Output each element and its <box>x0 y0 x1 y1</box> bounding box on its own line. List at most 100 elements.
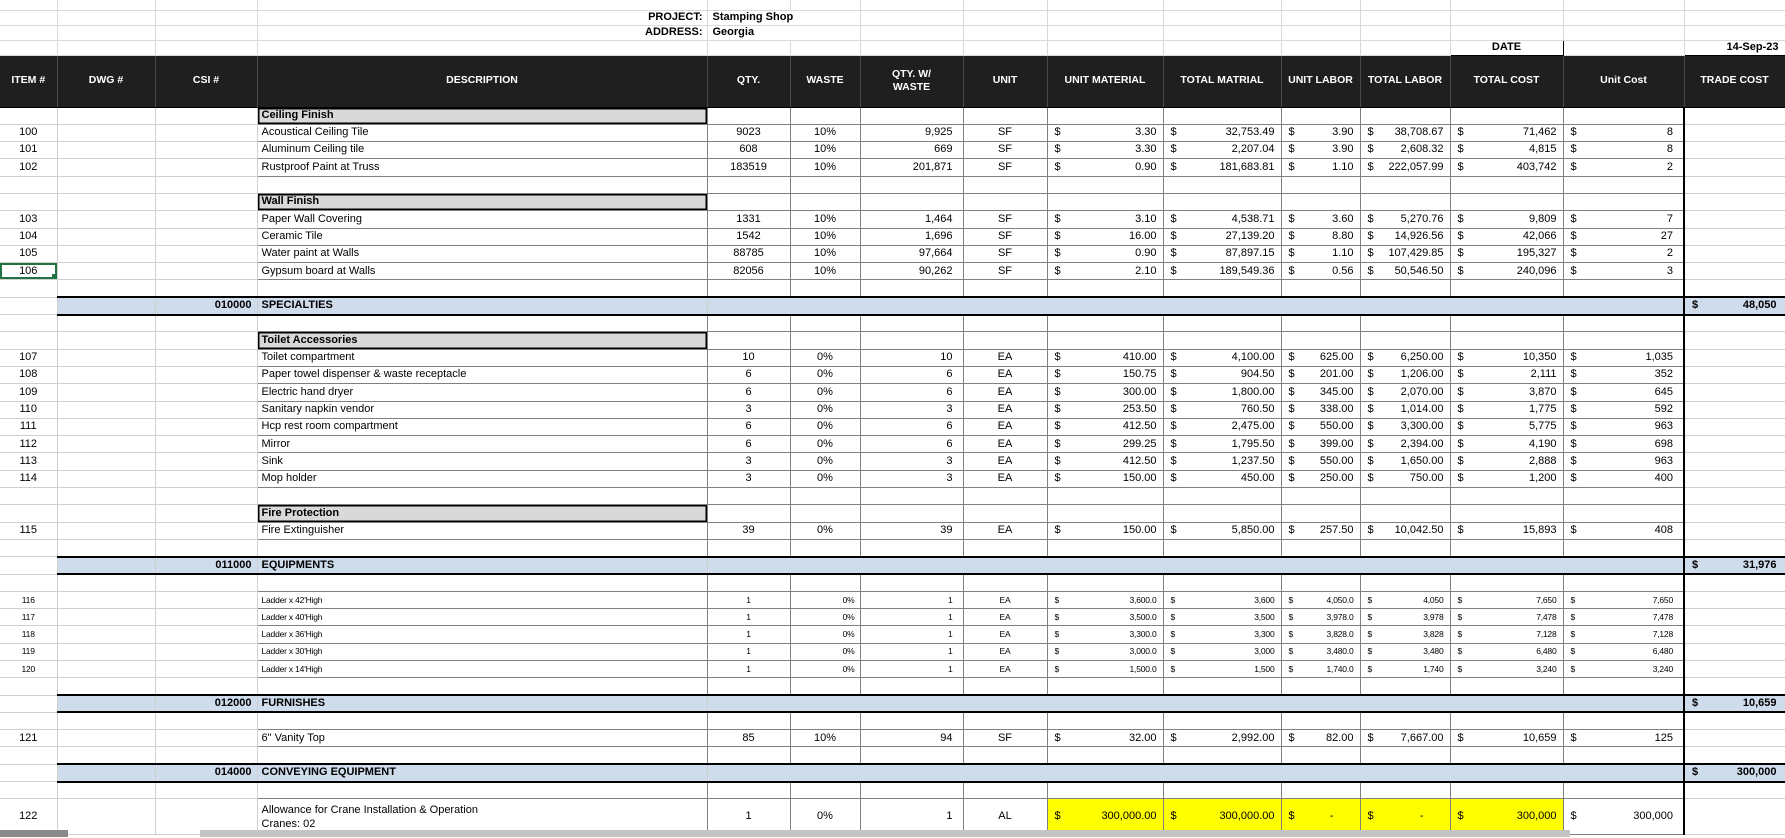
cell[interactable] <box>790 107 860 124</box>
cell[interactable] <box>1563 747 1684 764</box>
total-material-cell[interactable]: $1,237.50 <box>1163 453 1281 470</box>
waste-cell[interactable]: 10% <box>790 730 860 747</box>
unit-labor-cell[interactable]: $3,480.0 <box>1281 643 1360 660</box>
dwg-number-cell[interactable] <box>57 401 155 418</box>
csi-number-cell[interactable] <box>155 470 257 487</box>
col-header-qty-with-waste[interactable]: QTY. W/ WASTE <box>860 55 963 107</box>
cell[interactable] <box>1684 539 1785 556</box>
dwg-number-cell[interactable] <box>57 436 155 453</box>
date-label[interactable]: DATE <box>1450 40 1563 55</box>
cell[interactable] <box>1281 782 1360 799</box>
description-cell[interactable]: Toilet compartment <box>257 349 707 366</box>
col-header-unit[interactable]: UNIT <box>963 55 1047 107</box>
cell[interactable] <box>963 0 1047 10</box>
total-material-cell[interactable]: $181,683.81 <box>1163 159 1281 176</box>
total-labor-cell[interactable]: $1,014.00 <box>1360 401 1450 418</box>
qty-cell[interactable]: 6 <box>707 418 790 435</box>
cell[interactable] <box>707 678 790 695</box>
qty-with-waste-cell[interactable]: 9,925 <box>860 124 963 141</box>
unit-material-cell[interactable]: $300.00 <box>1047 384 1163 401</box>
cell[interactable] <box>963 505 1047 522</box>
cell[interactable] <box>1281 332 1360 349</box>
qty-cell[interactable]: 3 <box>707 470 790 487</box>
trade-cost-cell[interactable] <box>1684 453 1785 470</box>
cell[interactable] <box>1360 25 1450 40</box>
cell[interactable] <box>860 488 963 505</box>
cell[interactable] <box>860 107 963 124</box>
cell[interactable] <box>1684 193 1785 210</box>
unit-material-cell[interactable]: $299.25 <box>1047 436 1163 453</box>
description-cell[interactable]: Ceramic Tile <box>257 228 707 245</box>
cell[interactable] <box>1450 782 1563 799</box>
total-material-cell[interactable]: $32,753.49 <box>1163 124 1281 141</box>
waste-cell[interactable]: 0% <box>790 591 860 608</box>
waste-cell[interactable]: 0% <box>790 401 860 418</box>
cell[interactable] <box>707 747 790 764</box>
trade-cost-cell[interactable] <box>1684 661 1785 678</box>
cell[interactable] <box>963 176 1047 193</box>
total-cost-cell[interactable]: $6,480 <box>1450 643 1563 660</box>
unit-cell[interactable]: SF <box>963 142 1047 159</box>
item-number-cell[interactable]: 121 <box>0 730 57 747</box>
col-header-csi-number[interactable]: CSI # <box>155 55 257 107</box>
trade-cost-cell[interactable] <box>1684 626 1785 643</box>
cell[interactable] <box>963 332 1047 349</box>
unit-cost-cell[interactable]: $963 <box>1563 453 1684 470</box>
section-title-cell[interactable]: Fire Protection <box>257 505 707 522</box>
waste-cell[interactable]: 10% <box>790 159 860 176</box>
cell[interactable] <box>1450 712 1563 729</box>
total-cost-cell[interactable]: $71,462 <box>1450 124 1563 141</box>
cell[interactable] <box>1163 488 1281 505</box>
col-header-qty[interactable]: QTY. <box>707 55 790 107</box>
total-material-cell[interactable]: $3,600 <box>1163 591 1281 608</box>
unit-cost-cell[interactable]: $7,650 <box>1563 591 1684 608</box>
trade-cost-cell[interactable] <box>1684 522 1785 539</box>
cell[interactable] <box>1047 712 1163 729</box>
qty-cell[interactable]: 85 <box>707 730 790 747</box>
qty-cell[interactable]: 1331 <box>707 211 790 228</box>
qty-with-waste-cell[interactable]: 201,871 <box>860 159 963 176</box>
total-material-cell[interactable]: $5,850.00 <box>1163 522 1281 539</box>
cell[interactable] <box>1163 176 1281 193</box>
cell[interactable] <box>0 297 57 314</box>
total-cost-cell[interactable]: $7,650 <box>1450 591 1563 608</box>
total-cost-cell[interactable]: $2,111 <box>1450 366 1563 383</box>
cell[interactable] <box>860 678 963 695</box>
dwg-number-cell[interactable] <box>57 799 155 835</box>
csi-number-cell[interactable] <box>155 124 257 141</box>
unit-cell[interactable]: EA <box>963 643 1047 660</box>
waste-cell[interactable]: 10% <box>790 245 860 262</box>
description-cell[interactable]: Paper towel dispenser & waste receptacle <box>257 366 707 383</box>
total-material-cell[interactable]: $3,500 <box>1163 609 1281 626</box>
cell[interactable] <box>1163 0 1281 10</box>
total-material-cell[interactable]: $189,549.36 <box>1163 263 1281 280</box>
qty-cell[interactable]: 608 <box>707 142 790 159</box>
unit-cost-cell[interactable]: $400 <box>1563 470 1684 487</box>
csi-number-cell[interactable] <box>155 730 257 747</box>
cell[interactable] <box>1163 574 1281 591</box>
total-labor-cell[interactable]: $2,070.00 <box>1360 384 1450 401</box>
cell[interactable] <box>1450 193 1563 210</box>
cell[interactable] <box>1047 747 1163 764</box>
qty-with-waste-cell[interactable]: 1 <box>860 626 963 643</box>
item-number-cell[interactable]: 110 <box>0 401 57 418</box>
cell[interactable] <box>1684 747 1785 764</box>
cell[interactable] <box>1281 488 1360 505</box>
cell[interactable] <box>1563 678 1684 695</box>
cell[interactable] <box>790 678 860 695</box>
total-labor-cell[interactable]: $7,667.00 <box>1360 730 1450 747</box>
cell[interactable] <box>1281 107 1360 124</box>
cell[interactable] <box>860 747 963 764</box>
cell[interactable] <box>0 557 57 574</box>
cell[interactable] <box>790 193 860 210</box>
total-material-cell[interactable]: $760.50 <box>1163 401 1281 418</box>
qty-cell[interactable]: 1 <box>707 591 790 608</box>
cell[interactable] <box>1450 10 1563 25</box>
cell[interactable] <box>155 332 257 349</box>
total-material-cell[interactable]: $4,100.00 <box>1163 349 1281 366</box>
unit-material-cell[interactable]: $16.00 <box>1047 228 1163 245</box>
waste-cell[interactable]: 0% <box>790 349 860 366</box>
unit-cell[interactable]: EA <box>963 349 1047 366</box>
total-cost-cell[interactable]: $3,870 <box>1450 384 1563 401</box>
unit-labor-cell[interactable]: $82.00 <box>1281 730 1360 747</box>
